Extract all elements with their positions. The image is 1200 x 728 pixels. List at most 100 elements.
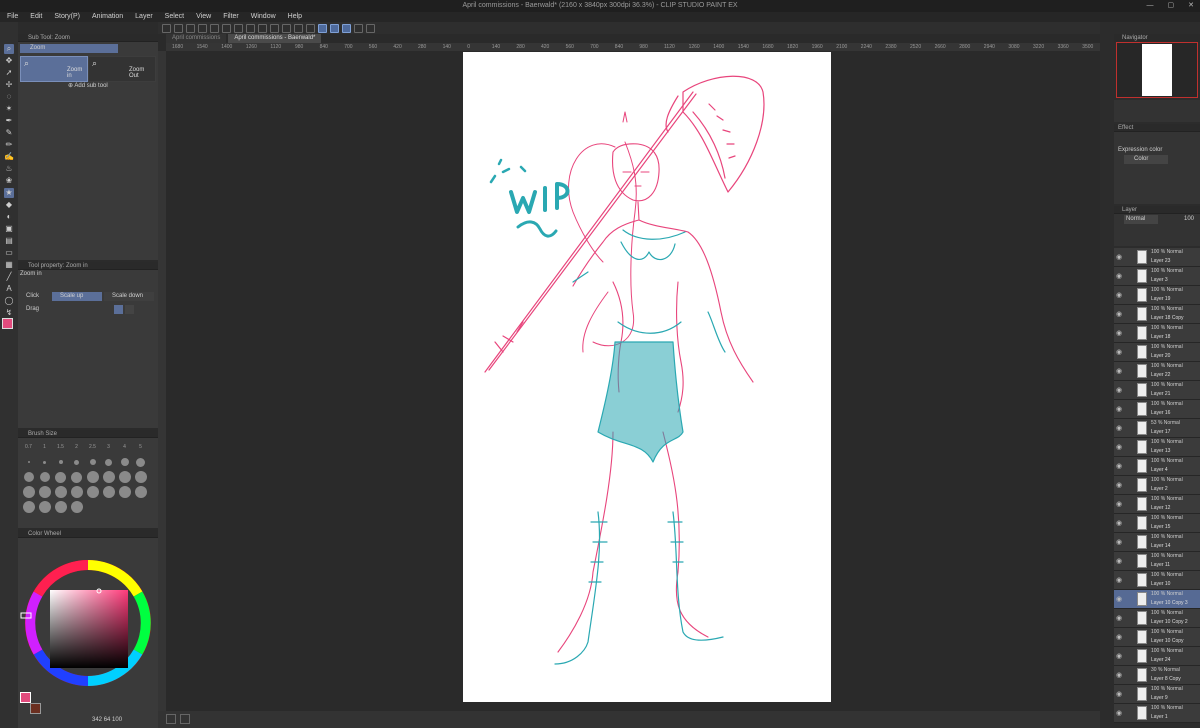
- gradient-tool-icon[interactable]: ▤: [4, 236, 14, 246]
- snap-special-icon[interactable]: [354, 23, 363, 33]
- snap-grid-icon[interactable]: [342, 23, 351, 33]
- eyedropper-icon[interactable]: ✒: [4, 116, 14, 126]
- layer-row[interactable]: ◉ 100 % Normal Layer 18: [1114, 324, 1200, 343]
- brush-size-dot[interactable]: [37, 500, 52, 514]
- layer-row[interactable]: ◉ 100 % Normal Layer 22: [1114, 362, 1200, 381]
- eye-icon[interactable]: ◉: [1116, 633, 1122, 641]
- eye-icon[interactable]: ◉: [1116, 272, 1122, 280]
- brush-size-dot[interactable]: [101, 485, 116, 499]
- menu-window[interactable]: Window: [251, 12, 276, 22]
- layer-row[interactable]: ◉ 100 % Normal Layer 23: [1114, 248, 1200, 267]
- eye-icon[interactable]: ◉: [1116, 291, 1122, 299]
- brush-size-dot[interactable]: [21, 455, 36, 469]
- menu-filter[interactable]: Filter: [223, 12, 239, 22]
- brush-size-dot[interactable]: [21, 500, 36, 514]
- eye-icon[interactable]: ◉: [1116, 538, 1122, 546]
- brush-size-dot[interactable]: [117, 485, 132, 499]
- scale-down-option[interactable]: Scale down: [104, 292, 154, 301]
- brush-size-dot[interactable]: [133, 470, 148, 484]
- layer-row[interactable]: ◉ 100 % Normal Layer 13: [1114, 438, 1200, 457]
- brush-size-dot[interactable]: [69, 500, 84, 514]
- zoom-tool-icon[interactable]: ⌕: [4, 44, 14, 54]
- invert-selection-icon[interactable]: [306, 23, 315, 33]
- fill-tool-icon[interactable]: ▣: [4, 224, 14, 234]
- snap-guide-icon[interactable]: [330, 23, 339, 33]
- brush-size-label[interactable]: 2: [69, 440, 84, 454]
- layer-row[interactable]: ◉ 100 % Normal Layer 14: [1114, 533, 1200, 552]
- ruler-tool-icon[interactable]: ╱: [4, 272, 14, 282]
- expression-color-select[interactable]: Color: [1124, 155, 1168, 164]
- layer-row[interactable]: ◉ 100 % Normal Layer 20: [1114, 343, 1200, 362]
- layer-row[interactable]: ◉ 100 % Normal Layer 19: [1114, 286, 1200, 305]
- select-all-icon[interactable]: [294, 23, 303, 33]
- brush-size-dot[interactable]: [133, 485, 148, 499]
- eye-icon[interactable]: ◉: [1116, 367, 1122, 375]
- close-icon[interactable]: ✕: [1188, 0, 1194, 12]
- brush-size-dot[interactable]: [37, 470, 52, 484]
- tab-baerwald[interactable]: April commissions - Baerwald*: [228, 34, 322, 43]
- eye-icon[interactable]: ◉: [1116, 481, 1122, 489]
- brush-size-dot[interactable]: [53, 485, 68, 499]
- eraser-icon[interactable]: ◆: [4, 200, 14, 210]
- brush-size-label[interactable]: 0.7: [21, 440, 36, 454]
- redo-icon[interactable]: [246, 23, 255, 33]
- menu-select[interactable]: Select: [165, 12, 184, 22]
- settings-icon[interactable]: [222, 23, 231, 33]
- eye-icon[interactable]: ◉: [1116, 348, 1122, 356]
- menu-edit[interactable]: Edit: [30, 12, 42, 22]
- layer-row[interactable]: ◉ 100 % Normal Layer 24: [1114, 647, 1200, 666]
- eye-icon[interactable]: ◉: [1116, 709, 1122, 717]
- balloon-tool-icon[interactable]: ◯: [4, 296, 14, 306]
- tab-april-commissions[interactable]: April commissions: [166, 34, 227, 43]
- brush-size-dot[interactable]: [53, 470, 68, 484]
- layer-row[interactable]: ◉ 100 % Normal Layer 15: [1114, 514, 1200, 533]
- minimize-icon[interactable]: —: [1147, 0, 1154, 12]
- menu-file[interactable]: File: [7, 12, 18, 22]
- layer-row[interactable]: ◉ 100 % Normal Layer 2: [1114, 476, 1200, 495]
- brush-size-dot[interactable]: [101, 470, 116, 484]
- menu-view[interactable]: View: [196, 12, 211, 22]
- brush-size-dot[interactable]: [117, 455, 132, 469]
- brush-size-dot[interactable]: [53, 500, 68, 514]
- menu-layer[interactable]: Layer: [135, 12, 153, 22]
- frame-tool-icon[interactable]: ▦: [4, 260, 14, 270]
- brush-size-dot[interactable]: [85, 470, 100, 484]
- eye-icon[interactable]: ◉: [1116, 253, 1122, 261]
- eye-icon[interactable]: ◉: [1116, 386, 1122, 394]
- pencil-tool-icon[interactable]: ✏: [4, 140, 14, 150]
- star-tool-icon[interactable]: ★: [4, 188, 14, 198]
- layer-row[interactable]: ◉ 100 % Normal Layer 10: [1114, 571, 1200, 590]
- eye-icon[interactable]: ◉: [1116, 519, 1122, 527]
- move-tool-icon[interactable]: ✥: [4, 56, 14, 66]
- brush-size-dot[interactable]: [117, 470, 132, 484]
- eye-icon[interactable]: ◉: [1116, 329, 1122, 337]
- zoom-out-subtool[interactable]: ⌕ Zoom Out: [88, 56, 156, 82]
- blend-tool-icon[interactable]: ◐: [4, 212, 14, 222]
- drag-mode-option[interactable]: [114, 305, 123, 314]
- main-color-swatch[interactable]: [2, 318, 13, 329]
- brush-size-dot[interactable]: [85, 485, 100, 499]
- eye-icon[interactable]: ◉: [1116, 405, 1122, 413]
- layer-row[interactable]: ◉ 100 % Normal Layer 9: [1114, 685, 1200, 704]
- eye-icon[interactable]: ◉: [1116, 671, 1122, 679]
- save-icon[interactable]: [186, 23, 195, 33]
- eye-icon[interactable]: ◉: [1116, 614, 1122, 622]
- color-wheel[interactable]: [18, 558, 158, 688]
- eye-icon[interactable]: ◉: [1116, 557, 1122, 565]
- layer-row[interactable]: ◉ 30 % Normal Layer 8 Copy: [1114, 666, 1200, 685]
- brush-size-dot[interactable]: [101, 455, 116, 469]
- menu-help[interactable]: Help: [288, 12, 302, 22]
- blend-mode-select[interactable]: Normal: [1124, 215, 1158, 224]
- pen-tool-icon[interactable]: ✎: [4, 128, 14, 138]
- clear-icon[interactable]: [258, 23, 267, 33]
- correct-line-icon[interactable]: ↯: [4, 308, 14, 318]
- drag-mode-option-2[interactable]: [125, 305, 134, 314]
- device-icon[interactable]: [366, 23, 375, 33]
- layer-row[interactable]: ◉ 100 % Normal Layer 4: [1114, 457, 1200, 476]
- layer-row[interactable]: ◉ 100 % Normal Layer 10 Copy: [1114, 628, 1200, 647]
- snap-ruler-icon[interactable]: [318, 23, 327, 33]
- brush-tool-icon[interactable]: ✍: [4, 152, 14, 162]
- add-sub-tool-button[interactable]: ⊕ Add sub tool: [68, 82, 108, 91]
- lasso-tool-icon[interactable]: ◌: [4, 92, 14, 102]
- brush-size-dot[interactable]: [21, 485, 36, 499]
